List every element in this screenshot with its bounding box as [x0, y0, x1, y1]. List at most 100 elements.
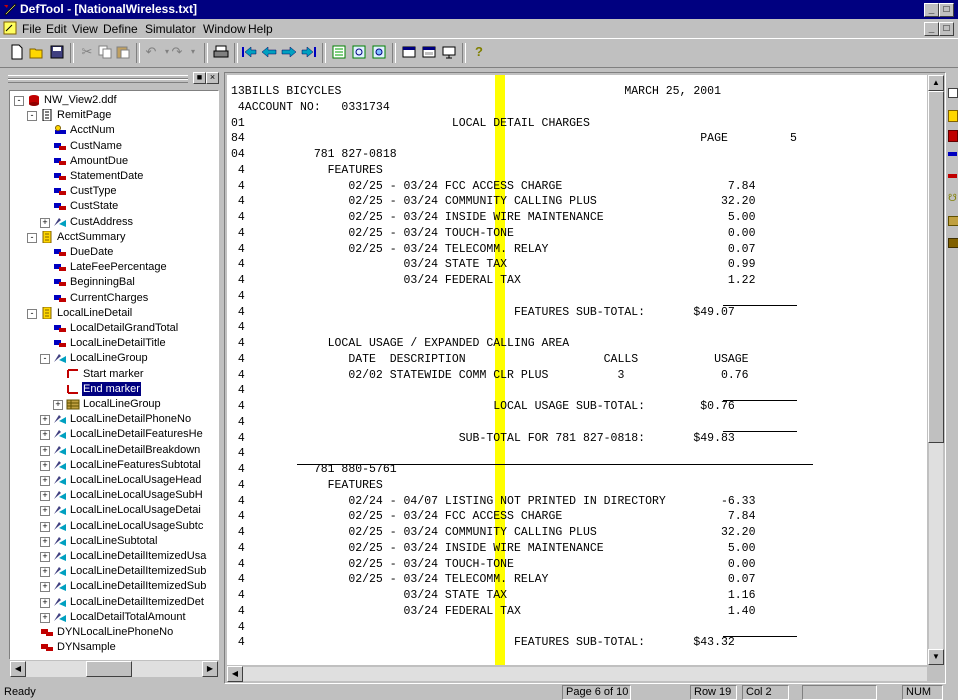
tree-node[interactable]: LateFeePercentage	[10, 260, 216, 275]
collapse-icon[interactable]: -	[40, 354, 50, 365]
save-icon[interactable]	[48, 43, 66, 61]
expand-icon[interactable]: +	[40, 460, 50, 471]
page-icon[interactable]	[948, 110, 958, 122]
expand-icon[interactable]: +	[40, 521, 50, 532]
tree-horizontal-scrollbar[interactable]: ◀ ▶	[9, 660, 219, 678]
open-icon[interactable]	[28, 43, 46, 61]
collapse-icon[interactable]: -	[14, 96, 24, 106]
collapse-icon[interactable]: -	[27, 232, 37, 243]
menu-help[interactable]: Help	[248, 22, 273, 36]
menu-define[interactable]: Define	[103, 22, 138, 36]
tree-node[interactable]: CurrentCharges	[10, 291, 216, 306]
tree-node[interactable]: LocalLineDetailTitle	[10, 336, 216, 351]
prev-page-icon[interactable]	[260, 43, 278, 61]
scroll-left-button[interactable]: ◀	[10, 661, 26, 677]
field-icon[interactable]	[948, 152, 957, 156]
tree-node[interactable]: AmountDue	[10, 154, 216, 169]
tree-node[interactable]: - NW_View2.ddf	[10, 93, 216, 108]
tree-node[interactable]: DYNsample	[10, 640, 216, 655]
copy-icon[interactable]	[96, 43, 114, 61]
tree-node[interactable]: + CustAddress	[10, 215, 216, 230]
tree-node[interactable]: Start marker	[10, 367, 216, 382]
document-horizontal-scrollbar[interactable]: ◀	[227, 666, 927, 682]
tree-node[interactable]: + LocalDetailTotalAmount	[10, 610, 216, 625]
new-icon[interactable]	[8, 43, 26, 61]
tree-node[interactable]: CustType	[10, 184, 216, 199]
next-page-icon[interactable]	[280, 43, 298, 61]
tree-node[interactable]: BeginningBal	[10, 275, 216, 290]
zoom-fit-icon[interactable]	[370, 43, 388, 61]
help-icon[interactable]: ?	[470, 43, 488, 61]
definition-tree[interactable]: - NW_View2.ddf - RemitPage AcctNum CustName Am…	[9, 90, 219, 660]
tree-node[interactable]: + LocalLineLocalUsageHead	[10, 473, 216, 488]
document-vertical-scrollbar[interactable]: ▲ ▼	[928, 75, 944, 665]
cut-icon[interactable]: ✂	[78, 43, 96, 61]
tree-node[interactable]: + LocalLineDetailItemizedUsa	[10, 549, 216, 564]
tree-node[interactable]: DueDate	[10, 245, 216, 260]
tree-node[interactable]: - RemitPage	[10, 108, 216, 123]
tree-node[interactable]: CustState	[10, 199, 216, 214]
window-icon[interactable]	[400, 43, 418, 61]
scroll-down-button[interactable]: ▼	[928, 649, 944, 665]
panel-close-button[interactable]: ×	[206, 72, 219, 84]
expand-icon[interactable]: +	[40, 476, 50, 486]
collapse-icon[interactable]: -	[27, 111, 37, 122]
expand-icon[interactable]: +	[40, 445, 50, 456]
expand-icon[interactable]: +	[40, 582, 50, 593]
tree-node[interactable]: End marker	[10, 381, 216, 397]
first-page-icon[interactable]	[240, 43, 258, 61]
tree-node[interactable]: DYNLocalLinePhoneNo	[10, 625, 216, 640]
expand-icon[interactable]: +	[53, 400, 63, 410]
tree-node[interactable]: - AcctSummary	[10, 230, 216, 245]
text-icon[interactable]	[948, 88, 958, 98]
scroll-thumb[interactable]	[86, 661, 132, 677]
collapse-icon[interactable]: -	[27, 308, 37, 319]
tree-node[interactable]: + LocalLineLocalUsageSubH	[10, 488, 216, 503]
menu-file[interactable]: File	[22, 22, 41, 36]
panel-grip[interactable]	[8, 79, 188, 83]
tree-node[interactable]: + LocalLineSubtotal	[10, 534, 216, 549]
properties-icon[interactable]	[440, 43, 458, 61]
tree-node[interactable]: + LocalLineLocalUsageDetai	[10, 503, 216, 518]
paste-icon[interactable]	[114, 43, 132, 61]
scroll-left-button[interactable]: ◀	[227, 666, 243, 682]
expand-icon[interactable]: +	[40, 597, 50, 608]
table-icon[interactable]	[948, 216, 958, 226]
tree-node[interactable]: CustName	[10, 139, 216, 154]
panel-restore-button[interactable]: ■	[193, 72, 206, 84]
expand-icon[interactable]: +	[40, 430, 50, 441]
tree-node[interactable]: + LocalLineDetailItemizedSub	[10, 564, 216, 579]
expand-icon[interactable]: +	[40, 567, 50, 578]
window2-icon[interactable]	[420, 43, 438, 61]
scroll-thumb[interactable]	[928, 91, 944, 443]
tree-node[interactable]: AcctNum	[10, 123, 216, 138]
tree-node[interactable]: + LocalLineDetailItemizedSub	[10, 579, 216, 594]
expand-icon[interactable]: +	[40, 506, 50, 517]
minimize-button[interactable]: _	[924, 3, 939, 17]
tree-node[interactable]: + LocalLineDetailBreakdown	[10, 443, 216, 458]
expand-icon[interactable]: +	[40, 491, 50, 502]
tree-node[interactable]: + LocalLineDetailItemizedDet	[10, 595, 216, 610]
print-icon[interactable]	[212, 43, 230, 61]
tree-node[interactable]: + LocalLineGroup	[10, 397, 216, 412]
tree-node[interactable]: - LocalLineGroup	[10, 351, 216, 366]
tree-node[interactable]: + LocalLineFeaturesSubtotal	[10, 458, 216, 473]
zoom-icon[interactable]	[350, 43, 368, 61]
expand-icon[interactable]: +	[40, 536, 50, 547]
list-icon[interactable]	[330, 43, 348, 61]
menu-view[interactable]: View	[72, 22, 98, 36]
tree-node[interactable]: + LocalLineDetailPhoneNo	[10, 412, 216, 427]
menu-simulator[interactable]: Simulator	[145, 22, 196, 36]
tree-node[interactable]: StatementDate	[10, 169, 216, 184]
tree-node[interactable]: - LocalLineDetail	[10, 306, 216, 321]
doc-minimize-button[interactable]: _	[924, 22, 939, 36]
tree-node[interactable]: + LocalLineDetailFeaturesHe	[10, 427, 216, 442]
redo-dropdown-icon[interactable]: ▾	[184, 43, 202, 61]
menu-window[interactable]: Window	[203, 22, 246, 36]
restore-button[interactable]: □	[939, 3, 954, 17]
tree-node[interactable]: LocalDetailGrandTotal	[10, 321, 216, 336]
menu-edit[interactable]: Edit	[46, 22, 67, 36]
scroll-right-button[interactable]: ▶	[202, 661, 218, 677]
table2-icon[interactable]	[948, 238, 958, 248]
scroll-up-button[interactable]: ▲	[928, 75, 944, 91]
